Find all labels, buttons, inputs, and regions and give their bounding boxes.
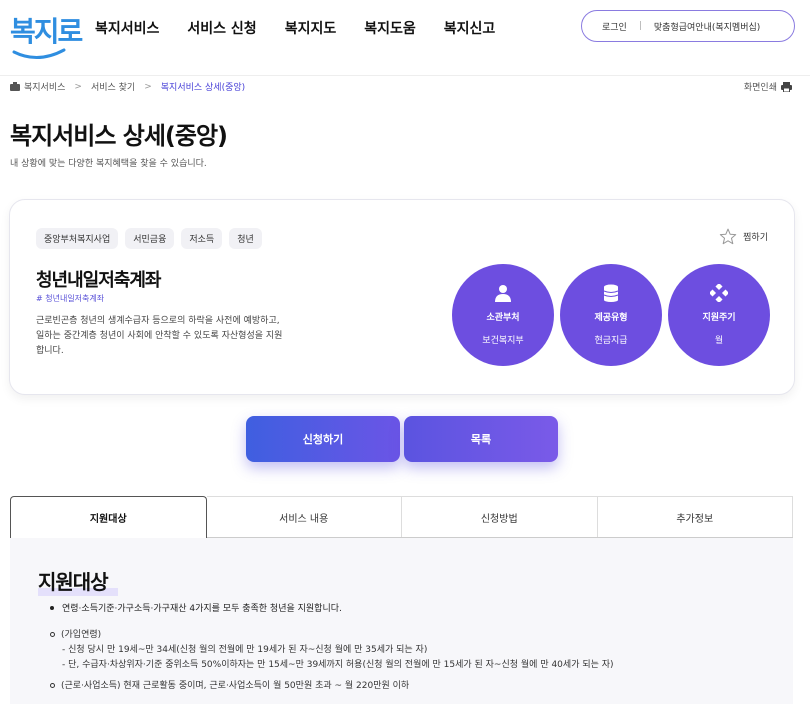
service-description: 근로빈곤층 청년의 생계수급자 등으로의 하락을 사전에 예방하고, 일하는 중… <box>36 316 283 356</box>
print-button[interactable]: 화면인쇄 <box>744 80 792 93</box>
age-criteria-label: (가입연령) <box>61 630 102 640</box>
breadcrumb-current: 복지서비스 상세(중앙) <box>160 83 246 93</box>
tag-chip[interactable]: 중앙부처복지사업 <box>36 228 119 249</box>
circle-bullet-icon <box>50 632 55 637</box>
tab-how-to-apply[interactable]: 신청방법 <box>402 496 598 537</box>
tag-chip[interactable]: 서민금융 <box>125 228 175 249</box>
util-divider: | <box>638 21 642 31</box>
service-hashtag: # 청년내일저축계좌 <box>36 294 105 303</box>
info-value: 보건복지부 <box>482 336 524 346</box>
tag-chip[interactable]: 저소득 <box>181 228 223 249</box>
eligibility-summary-text: 연령·소득기준·가구소득·가구재산 4가지를 모두 충족한 청년을 지원합니다. <box>62 604 342 614</box>
info-label: 지원주기 <box>702 313 736 323</box>
nav-item-welfare-help[interactable]: 복지도움 <box>364 18 416 38</box>
print-label: 화면인쇄 <box>743 83 777 93</box>
logo-swoosh-icon <box>12 48 66 59</box>
service-name: 청년내일저축계좌 <box>36 270 161 291</box>
tab-additional-info[interactable]: 추가정보 <box>597 496 793 537</box>
favorite-label: 찜하기 <box>743 233 768 243</box>
home-icon <box>10 82 20 91</box>
chevron-right-icon: > <box>74 81 82 92</box>
circle-bullet-icon <box>50 683 55 688</box>
utility-menu: 로그인 | 맞춤형급여안내(복지멤버십) <box>581 10 795 42</box>
database-icon <box>603 284 619 302</box>
breadcrumb: 복지서비스 > 서비스 찾기 > 복지서비스 상세(중앙) <box>10 80 245 93</box>
breadcrumb-item[interactable]: 복지서비스 <box>24 80 65 93</box>
section-title-text: 지원대상 <box>38 570 109 594</box>
info-circle-support-cycle: 지원주기 월 <box>668 264 770 366</box>
service-info-circles: 소관부처 보건복지부 제공유형 현금지급 지원주기 월 <box>452 264 770 366</box>
section-title: 지원대상 <box>38 566 118 596</box>
diamond-dots-icon <box>710 284 728 302</box>
info-value: 월 <box>714 336 724 346</box>
tab-service-content[interactable]: 서비스 내용 <box>206 496 402 537</box>
eligibility-summary: 연령·소득기준·가구소득·가구재산 4가지를 모두 충족한 청년을 지원합니다. <box>50 601 342 614</box>
breadcrumb-item[interactable]: 서비스 찾기 <box>91 80 135 93</box>
info-value: 현금지급 <box>594 336 628 346</box>
person-icon <box>495 285 511 302</box>
nav-item-service-apply[interactable]: 서비스 신청 <box>187 18 256 38</box>
service-tags: 중앙부처복지사업 서민금융 저소득 청년 <box>36 228 262 249</box>
star-icon <box>719 228 737 245</box>
age-criteria-line: - 단, 수급자·차상위자·기준 중위소득 50%이하자는 만 15세~만 39… <box>62 660 614 670</box>
income-criteria-text: (근로·사업소득) 현재 근로활동 중이며, 근로·사업소득이 월 50만원 초… <box>61 681 410 691</box>
age-criteria-line: - 신청 당시 만 19세~만 34세(신청 월의 전월에 만 19세가 된 자… <box>62 645 428 655</box>
main-nav: 복지서비스 서비스 신청 복지지도 복지도움 복지신고 <box>95 18 523 38</box>
detail-tabs: 지원대상 서비스 내용 신청방법 추가정보 <box>10 496 793 538</box>
list-button[interactable]: 목록 <box>404 416 558 462</box>
chevron-right-icon: > <box>144 81 152 92</box>
nav-item-welfare-map[interactable]: 복지지도 <box>285 18 337 38</box>
age-criteria-title: (가입연령) <box>50 627 101 640</box>
info-label: 소관부처 <box>486 313 520 323</box>
info-circle-provision-type: 제공유형 현금지급 <box>560 264 662 366</box>
tab-eligibility[interactable]: 지원대상 <box>10 496 207 538</box>
apply-button[interactable]: 신청하기 <box>246 416 400 462</box>
page-title: 복지서비스 상세(중앙) <box>10 122 228 150</box>
page-description: 내 상황에 맞는 다양한 복지혜택을 찾을 수 있습니다. <box>10 159 207 169</box>
service-summary-card: 중앙부처복지사업 서민금융 저소득 청년 찜하기 청년내일저축계좌 # 청년내일… <box>9 199 795 395</box>
logo-text: 복지로 <box>10 15 83 48</box>
bullet-dot-icon <box>50 605 54 610</box>
favorite-button[interactable]: 찜하기 <box>719 228 768 245</box>
custom-benefit-guide-link[interactable]: 맞춤형급여안내(복지멤버십) <box>654 20 760 33</box>
income-criteria: (근로·사업소득) 현재 근로활동 중이며, 근로·사업소득이 월 50만원 초… <box>50 678 409 691</box>
tag-chip[interactable]: 청년 <box>229 228 262 249</box>
site-header: 복지로 복지서비스 서비스 신청 복지지도 복지도움 복지신고 로그인 | 맞춤… <box>0 0 810 76</box>
login-link[interactable]: 로그인 <box>602 20 627 33</box>
info-circle-ministry: 소관부처 보건복지부 <box>452 264 554 366</box>
tab-panel-eligibility: 지원대상 연령·소득기준·가구소득·가구재산 4가지를 모두 충족한 청년을 지… <box>10 538 793 704</box>
nav-item-welfare-report[interactable]: 복지신고 <box>444 18 496 38</box>
nav-item-welfare-service[interactable]: 복지서비스 <box>95 18 159 38</box>
site-logo[interactable]: 복지로 <box>10 8 83 66</box>
info-label: 제공유형 <box>594 313 628 323</box>
printer-icon <box>781 81 792 92</box>
